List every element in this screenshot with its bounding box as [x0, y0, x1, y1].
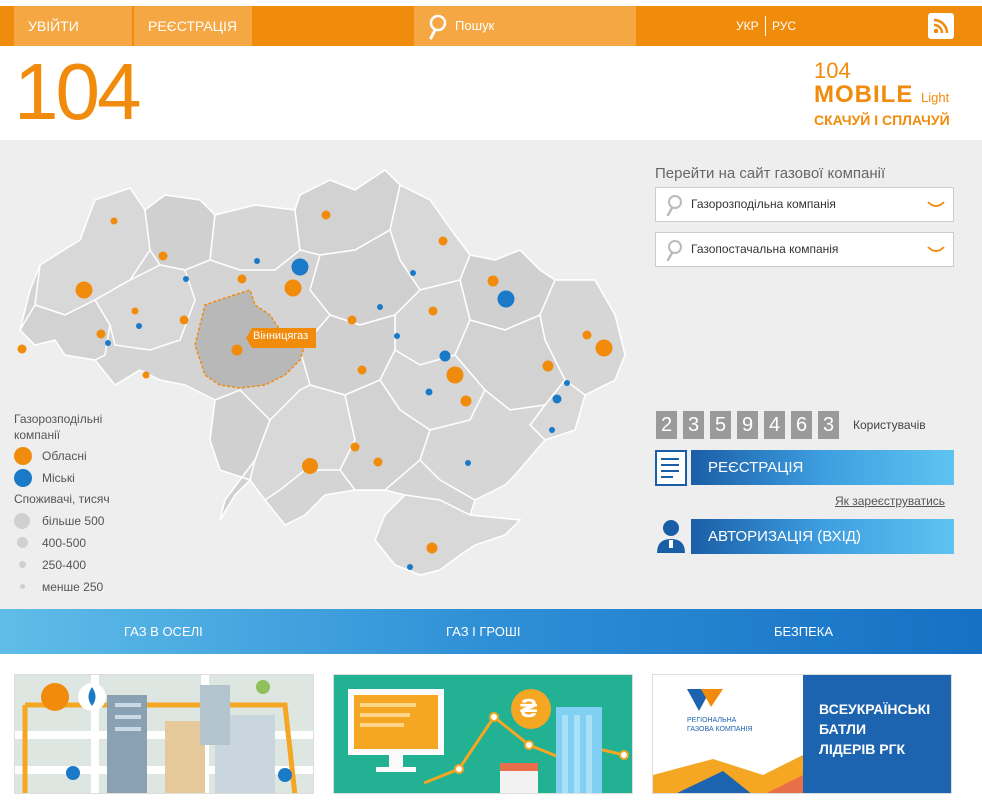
legend-size3-label: 250-400: [42, 558, 87, 572]
main-nav: ГАЗ В ОСЕЛІ ГАЗ І ГРОШІ БЕЗПЕКА: [0, 609, 982, 654]
legend-size2-label: 400-500: [42, 536, 87, 550]
rgk-name-line1: РЕГІОНАЛЬНА: [687, 717, 737, 724]
battle-line2: БАТЛИ: [819, 721, 867, 737]
distribution-company-select[interactable]: Газорозподільна компанія: [655, 187, 954, 222]
rss-icon: [933, 18, 949, 34]
nav-gas-home[interactable]: ГАЗ В ОСЕЛІ: [124, 609, 203, 654]
legend-oblast-label: Обласні: [42, 449, 87, 463]
auth-button[interactable]: АВТОРИЗАЦІЯ (ВХІД): [691, 519, 954, 554]
lang-rus-link[interactable]: РУС: [772, 6, 796, 46]
legend-companies-title: Газорозподільні компанії: [14, 412, 103, 442]
nav-safety[interactable]: БЕЗПЕКА: [774, 609, 833, 654]
supply-company-select[interactable]: Газопостачальна компанія: [655, 232, 954, 267]
rgk-name-line2: ГАЗОВА КОМПАНІЯ: [687, 726, 753, 733]
legend-size1-dot: [14, 513, 30, 529]
search-input[interactable]: Пошук: [455, 6, 494, 46]
mobile-promo-slogan: СКАЧУЙ І СПЛАЧУЙ: [814, 112, 950, 128]
legend-consumers-title: Споживачі, тисяч: [14, 492, 110, 506]
lang-divider: [765, 16, 766, 36]
counter-digit: 4: [764, 411, 785, 439]
mobile-promo-104: 104: [814, 58, 851, 83]
currency-symbol: ₴: [520, 693, 538, 723]
document-icon: [655, 450, 687, 486]
counter-digit: 6: [791, 411, 812, 439]
card-gas-home[interactable]: [14, 674, 314, 794]
register-big-button[interactable]: РЕЄСТРАЦІЯ: [691, 450, 954, 485]
battle-line3: ЛІДЕРІВ РГК: [819, 741, 906, 757]
legend-oblast-dot: [14, 447, 32, 465]
register-button[interactable]: РЕЄСТРАЦІЯ: [134, 6, 252, 46]
login-button[interactable]: УВІЙТИ: [14, 6, 132, 46]
user-icon: [657, 520, 685, 553]
search-icon: [666, 195, 682, 216]
map-tooltip-label: Вінницягаз: [253, 330, 309, 342]
site-logo[interactable]: 104: [14, 52, 141, 132]
legend-size1-label: більше 500: [42, 514, 105, 528]
city-illustration: [15, 675, 313, 793]
card-battles[interactable]: РЕГІОНАЛЬНА ГАЗОВА КОМПАНІЯ ВСЕУКРАЇНСЬК…: [652, 674, 952, 794]
counter-digit: 2: [656, 411, 677, 439]
distribution-company-label: Газорозподільна компанія: [691, 197, 836, 211]
search-box[interactable]: Пошук: [414, 6, 636, 46]
search-icon: [666, 240, 682, 261]
legend-size4-label: менше 250: [42, 580, 104, 594]
legend-size4-dot: [20, 584, 25, 589]
rss-button[interactable]: [928, 13, 954, 39]
search-icon: [429, 14, 447, 40]
lang-ukr-link[interactable]: УКР: [736, 6, 759, 46]
legend-city-dot: [14, 469, 32, 487]
top-bar: УВІЙТИ РЕЄСТРАЦІЯ Пошук УКР РУС: [0, 6, 982, 46]
chevron-down-icon: [927, 201, 945, 207]
mobile-promo-mobile: MOBILE: [814, 81, 914, 108]
mobile-promo-light: Light: [921, 90, 950, 105]
finance-illustration: [334, 675, 632, 793]
counter-digit: 9: [737, 411, 758, 439]
company-select-title: Перейти на сайт газової компанії: [655, 165, 886, 182]
counter-digit: 5: [710, 411, 731, 439]
counter-digit: 3: [683, 411, 704, 439]
chevron-down-icon: [927, 246, 945, 252]
legend-size2-dot: [17, 537, 28, 548]
legend-city-label: Міські: [42, 471, 75, 485]
counter-digit: 3: [818, 411, 839, 439]
ukraine-map[interactable]: [0, 140, 640, 600]
phone-icon: [41, 683, 69, 711]
mobile-promo-title: MOBILE Light: [814, 82, 959, 111]
battle-line1: ВСЕУКРАЇНСЬКІ: [819, 701, 931, 717]
mobile-app-promo[interactable]: 104 MOBILE Light СКАЧУЙ І СПЛАЧУЙ: [814, 60, 959, 129]
battle-title: ВСЕУКРАЇНСЬКІ БАТЛИ ЛІДЕРІВ РГК: [819, 699, 930, 759]
legend-size3-dot: [19, 561, 26, 568]
nav-gas-money[interactable]: ГАЗ І ГРОШІ: [446, 609, 520, 654]
counter-label: Користувачів: [853, 418, 926, 432]
supply-company-label: Газопостачальна компанія: [691, 242, 839, 256]
how-to-register-link[interactable]: Як зареєструватись: [835, 494, 945, 508]
card-gas-money[interactable]: ₴: [333, 674, 633, 794]
